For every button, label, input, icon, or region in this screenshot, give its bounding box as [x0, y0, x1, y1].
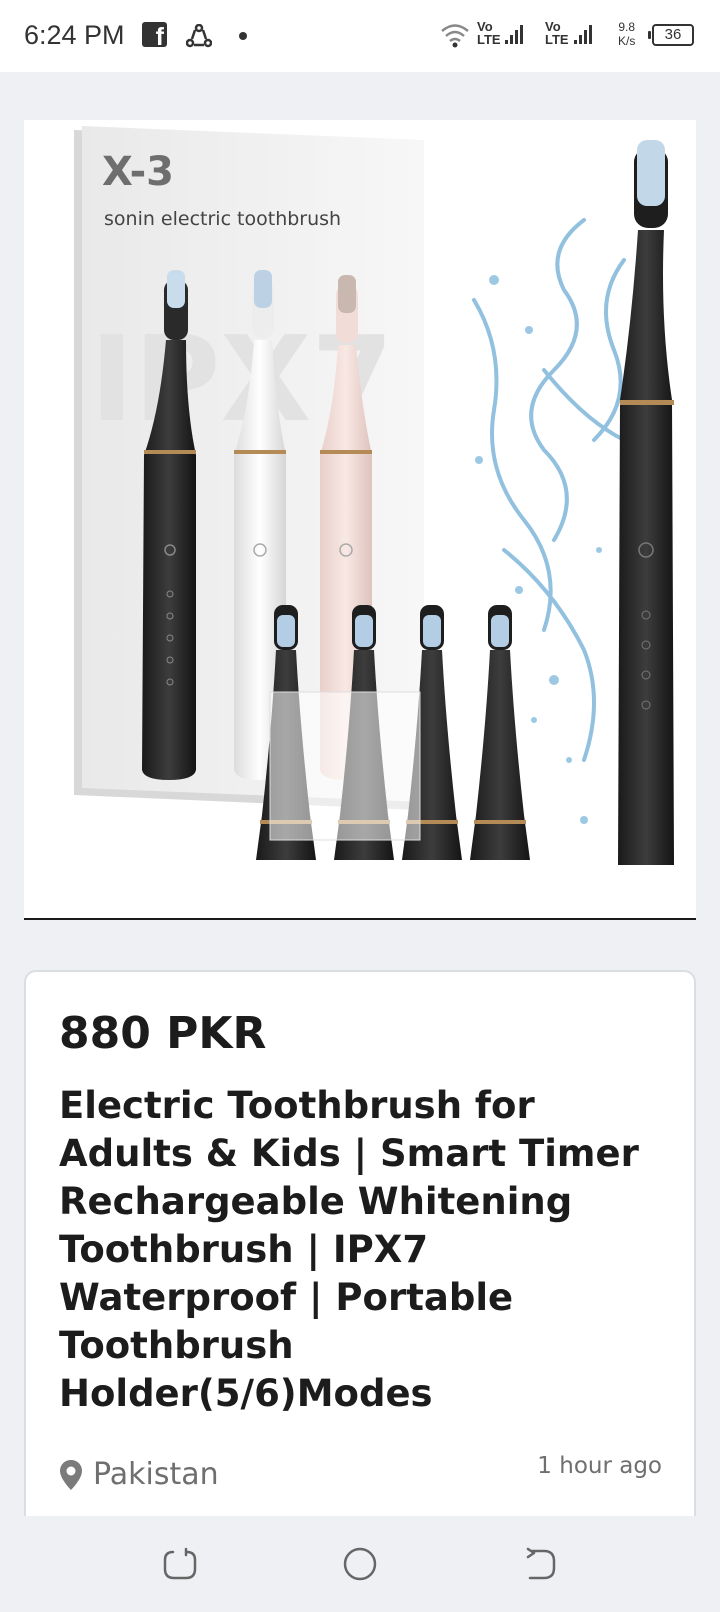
- product-image[interactable]: X-3 sonin electric toothbrush IPX7: [24, 120, 696, 920]
- location-pin-icon: [60, 1459, 82, 1490]
- listing-location: Pakistan: [59, 1457, 219, 1492]
- box-subtitle-text: sonin electric toothbrush: [104, 208, 341, 230]
- status-time: 6:24 PM: [24, 20, 125, 50]
- sync-icon: [186, 24, 212, 48]
- listing-details-card: 880 PKR Electric Toothbrush for Adults &…: [24, 970, 696, 1530]
- back-icon[interactable]: [522, 1546, 558, 1582]
- posted-time: 1 hour ago: [537, 1453, 662, 1479]
- network-speed: 9.8 K/s: [618, 20, 636, 48]
- navigation-bar: [0, 1516, 720, 1612]
- recent-apps-icon[interactable]: [162, 1546, 198, 1582]
- product-photo: X-3 sonin electric toothbrush IPX7: [24, 120, 696, 918]
- battery-icon: 36: [648, 24, 694, 46]
- status-bar: 6:24 PM f Vo LTE Vo LTE 9.8 K/s 36: [0, 0, 720, 72]
- network1-label: Vo LTE: [477, 19, 501, 47]
- network2-label: Vo LTE: [545, 19, 569, 47]
- notification-dot-icon: [239, 32, 247, 40]
- signal1-icon: [505, 25, 523, 44]
- facebook-icon: f: [142, 22, 167, 50]
- listing-price: 880 PKR: [59, 1008, 267, 1059]
- box-model-text: X-3: [102, 149, 174, 195]
- home-icon[interactable]: [342, 1546, 378, 1582]
- wifi-icon: [441, 24, 469, 48]
- listing-title: Electric Toothbrush for Adults & Kids | …: [59, 1084, 639, 1415]
- location-text: Pakistan: [93, 1457, 219, 1492]
- signal2-icon: [574, 25, 592, 44]
